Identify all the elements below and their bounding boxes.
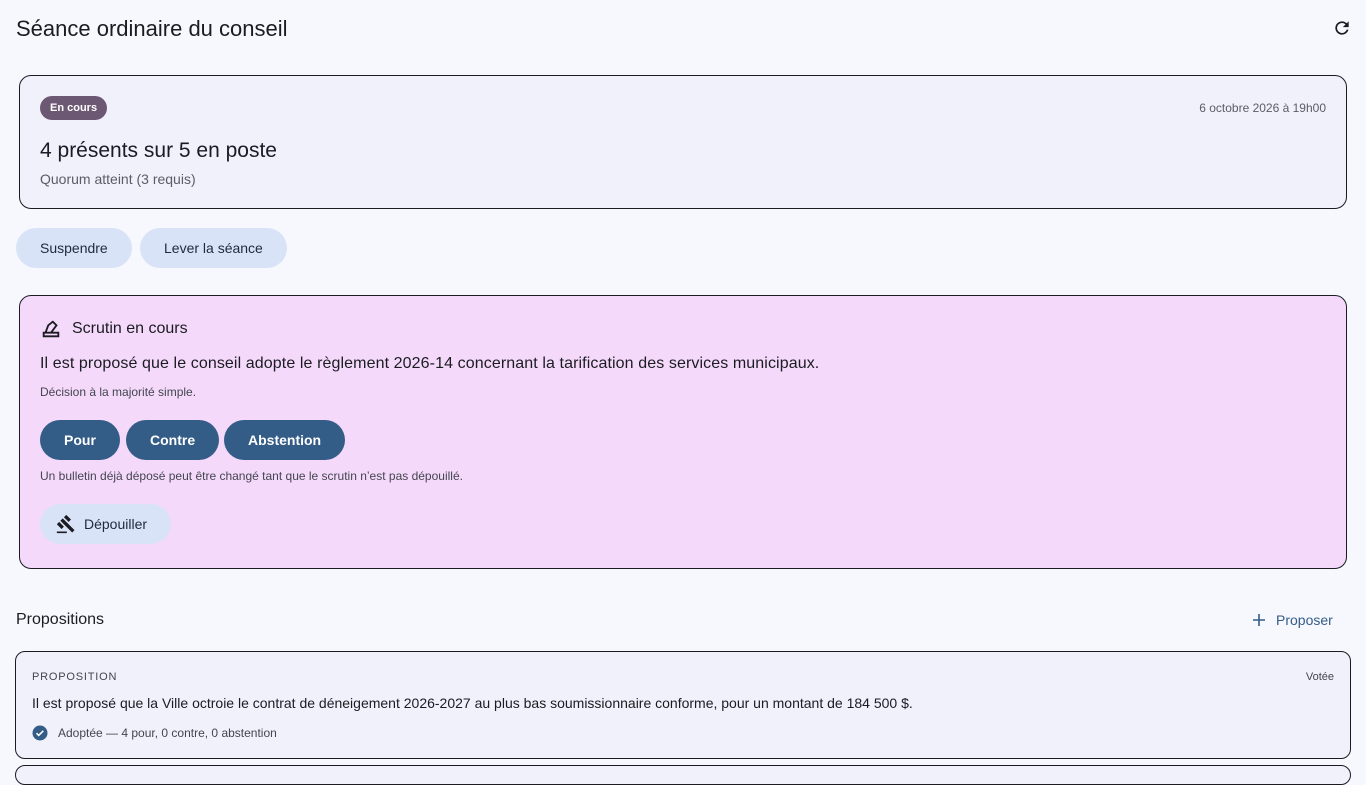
propositions-title: Propositions — [16, 611, 105, 628]
vote-for-button[interactable]: Pour — [40, 420, 120, 460]
session-date: 6 octobre 2026 à 19h00 — [1199, 101, 1326, 115]
vote-abstain-button[interactable]: Abstention — [224, 420, 346, 460]
quorum-status: Quorum atteint (3 requis) — [40, 171, 196, 187]
active-vote-card: Scrutin en cours Il est proposé que le c… — [19, 295, 1347, 569]
proposition-kicker: PROPOSITION — [32, 671, 118, 683]
gavel-icon — [56, 514, 75, 534]
suspend-button[interactable]: Suspendre — [16, 228, 132, 268]
top-bar: Séance ordinaire du conseil — [0, 0, 1366, 56]
vote-title: Scrutin en cours — [72, 320, 188, 337]
page-title: Séance ordinaire du conseil — [16, 16, 288, 41]
count-votes-label: Dépouiller — [84, 516, 148, 532]
vote-against-button[interactable]: Contre — [126, 420, 220, 460]
check-circle-icon — [32, 725, 48, 741]
proposition-card-next[interactable] — [15, 765, 1351, 785]
proposition-result-text: Adoptée — 4 pour, 0 contre, 0 abstention — [58, 726, 277, 740]
attendance-summary: 4 présents sur 5 en poste — [40, 139, 277, 162]
proposition-card[interactable]: PROPOSITION Votée Il est proposé que la … — [15, 651, 1351, 759]
refresh-button[interactable] — [1329, 15, 1355, 41]
vote-motion: Il est proposé que le conseil adopte le … — [40, 355, 820, 372]
vote-note: Un bulletin déjà déposé peut être changé… — [40, 469, 463, 483]
vote-header: Scrutin en cours — [40, 318, 188, 340]
ballot-box-icon — [42, 320, 60, 338]
proposition-text: Il est proposé que la Ville octroie le c… — [32, 695, 913, 711]
adjourn-button[interactable]: Lever la séance — [140, 228, 287, 268]
count-votes-button[interactable]: Dépouiller — [40, 504, 172, 544]
refresh-icon — [1335, 21, 1349, 35]
vote-rule: Décision à la majorité simple. — [40, 385, 197, 399]
proposition-status: Votée — [1305, 671, 1334, 683]
session-status-card: En cours 6 octobre 2026 à 19h00 4 présen… — [19, 75, 1347, 209]
propose-button[interactable]: Proposer — [1240, 604, 1345, 636]
proposition-result: Adoptée — 4 pour, 0 contre, 0 abstention — [32, 725, 277, 741]
status-badge: En cours — [40, 96, 108, 120]
plus-icon — [1253, 614, 1265, 626]
propose-label: Proposer — [1276, 612, 1333, 628]
